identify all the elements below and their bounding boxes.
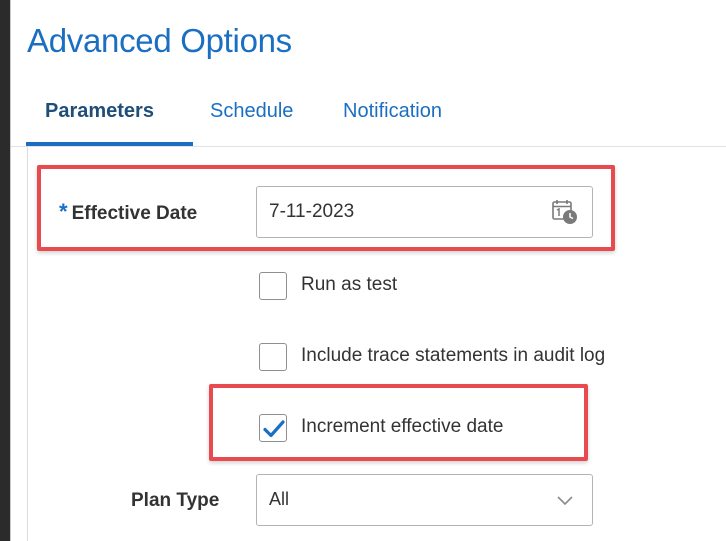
advanced-options-panel: Advanced Options Parameters Schedule Not…: [10, 0, 726, 541]
include-trace-checkbox[interactable]: [259, 343, 287, 371]
calendar-icon[interactable]: [552, 199, 578, 225]
tab-parameters[interactable]: Parameters: [45, 100, 154, 123]
chevron-down-icon[interactable]: [556, 493, 574, 507]
plan-type-label: Plan Type: [131, 490, 220, 511]
run-as-test-checkbox[interactable]: [259, 272, 287, 300]
plan-type-select[interactable]: All: [256, 474, 593, 526]
page-title: Advanced Options: [27, 22, 292, 59]
tab-notification[interactable]: Notification: [343, 100, 442, 123]
effective-date-input[interactable]: 7-11-2023: [256, 186, 593, 238]
content-divider: [27, 147, 28, 541]
tab-schedule[interactable]: Schedule: [210, 100, 293, 123]
include-trace-label[interactable]: Include trace statements in audit log: [301, 345, 605, 367]
tab-bar: Parameters Schedule Notification: [11, 92, 726, 147]
plan-type-value: All: [269, 489, 290, 509]
checkmark-icon: [263, 420, 285, 438]
active-tab-indicator: [26, 142, 193, 146]
increment-effective-date-label[interactable]: Increment effective date: [301, 416, 503, 438]
effective-date-value: 7-11-2023: [269, 201, 355, 222]
effective-date-label-text: Effective Date: [71, 203, 198, 224]
required-indicator: *: [59, 199, 68, 224]
increment-effective-date-checkbox[interactable]: [259, 414, 287, 442]
effective-date-label: * Effective Date: [59, 199, 197, 225]
run-as-test-label[interactable]: Run as test: [301, 274, 397, 296]
